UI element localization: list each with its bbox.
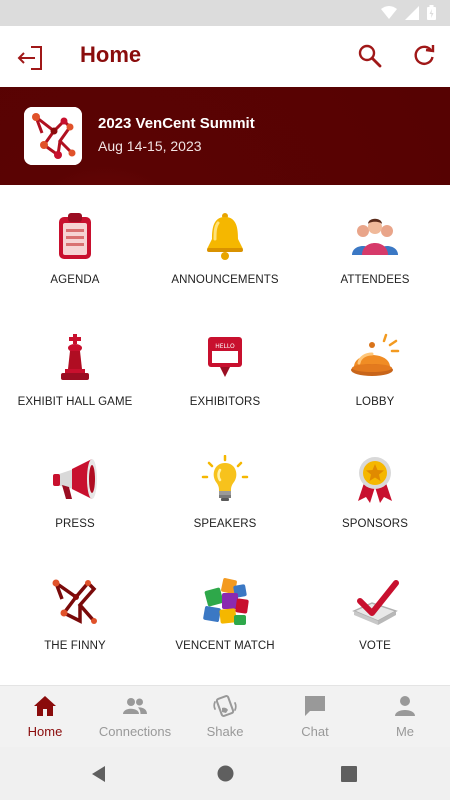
tile-label: VOTE	[359, 640, 391, 652]
refresh-icon[interactable]	[410, 42, 438, 70]
nav-label: Home	[27, 724, 63, 739]
event-logo-icon	[24, 107, 82, 165]
person-icon	[395, 696, 415, 716]
event-name: 2023 VenCent Summit	[98, 115, 255, 132]
status-icons	[381, 5, 436, 20]
chess-king-icon	[61, 334, 89, 380]
tile-label: VENCENT MATCH	[175, 640, 275, 652]
tile-vencent-match[interactable]: VENCENT MATCH	[150, 551, 300, 673]
svg-text:HELLO: HELLO	[215, 343, 235, 350]
puzzle-pieces-icon	[203, 578, 249, 625]
event-banner[interactable]: 2023 VenCent Summit Aug 14-15, 2023	[0, 87, 450, 185]
nav-me[interactable]: Me	[360, 686, 450, 748]
tile-agenda[interactable]: AGENDA	[0, 185, 150, 307]
finny-logo-icon	[52, 579, 97, 624]
name-tag-sign-icon: HELLO	[208, 337, 242, 377]
tile-announcements[interactable]: ANNOUNCEMENTS	[150, 185, 300, 307]
tile-vote[interactable]: VOTE	[300, 551, 450, 673]
page-title: Home	[80, 42, 142, 67]
tile-attendees[interactable]: ATTENDEES	[300, 185, 450, 307]
tile-label: SPONSORS	[342, 518, 408, 530]
connections-icon	[123, 698, 147, 714]
tile-exhibit-hall-game[interactable]: EXHIBIT HALL GAME	[0, 307, 150, 429]
tile-label: EXHIBIT HALL GAME	[17, 396, 133, 408]
tile-speakers[interactable]: SPEAKERS	[150, 429, 300, 551]
tile-label: PRESS	[55, 518, 95, 530]
tile-label: THE FINNY	[44, 640, 106, 652]
recents-square-icon[interactable]	[341, 766, 357, 782]
wifi-icon	[381, 5, 397, 19]
tile-label: SPEAKERS	[193, 518, 257, 530]
nav-connections[interactable]: Connections	[90, 686, 180, 748]
back-triangle-icon[interactable]	[90, 765, 108, 783]
system-nav-bar	[0, 747, 450, 800]
tile-label: ANNOUNCEMENTS	[171, 274, 279, 286]
app-bar: Home	[0, 26, 450, 88]
award-medal-icon	[358, 457, 392, 503]
tile-label: LOBBY	[355, 396, 395, 408]
megaphone-icon	[53, 459, 97, 499]
tile-lobby[interactable]: LOBBY	[300, 307, 450, 429]
nav-chat[interactable]: Chat	[270, 686, 360, 748]
lightbulb-icon	[201, 455, 249, 501]
chat-icon	[305, 696, 325, 716]
service-bell-icon	[351, 333, 400, 376]
bottom-nav: Home Connections Shake Chat Me	[0, 685, 450, 747]
status-bar	[0, 0, 450, 26]
nav-shake[interactable]: Shake	[180, 686, 270, 748]
nav-label: Connections	[98, 724, 172, 739]
search-icon[interactable]	[356, 42, 384, 70]
clipboard-icon	[59, 213, 91, 259]
event-dates: Aug 14-15, 2023	[98, 138, 202, 154]
tile-label: AGENDA	[50, 274, 100, 286]
tile-sponsors[interactable]: SPONSORS	[300, 429, 450, 551]
bell-icon	[207, 213, 243, 260]
battery-icon	[427, 5, 436, 20]
tile-the-finny[interactable]: THE FINNY	[0, 551, 150, 673]
tile-press[interactable]: PRESS	[0, 429, 150, 551]
people-icon	[352, 218, 398, 255]
tile-exhibitors[interactable]: HELLO EXHIBITORS	[150, 307, 300, 429]
shake-phone-icon	[213, 695, 237, 717]
tile-label: EXHIBITORS	[189, 396, 261, 408]
nav-home[interactable]: Home	[0, 686, 90, 748]
exit-icon[interactable]	[14, 42, 46, 74]
tile-label: ATTENDEES	[340, 274, 410, 286]
nav-label: Shake	[206, 724, 244, 739]
nav-label: Me	[395, 724, 415, 739]
checkbox-vote-icon	[352, 580, 399, 625]
home-circle-icon[interactable]	[217, 765, 234, 782]
signal-icon	[405, 5, 419, 20]
nav-label: Chat	[301, 724, 329, 739]
home-icon	[34, 696, 56, 716]
feature-grid: AGENDA ANNOUNCEMENTS ATTENDEES EXHIBIT H…	[0, 185, 450, 685]
